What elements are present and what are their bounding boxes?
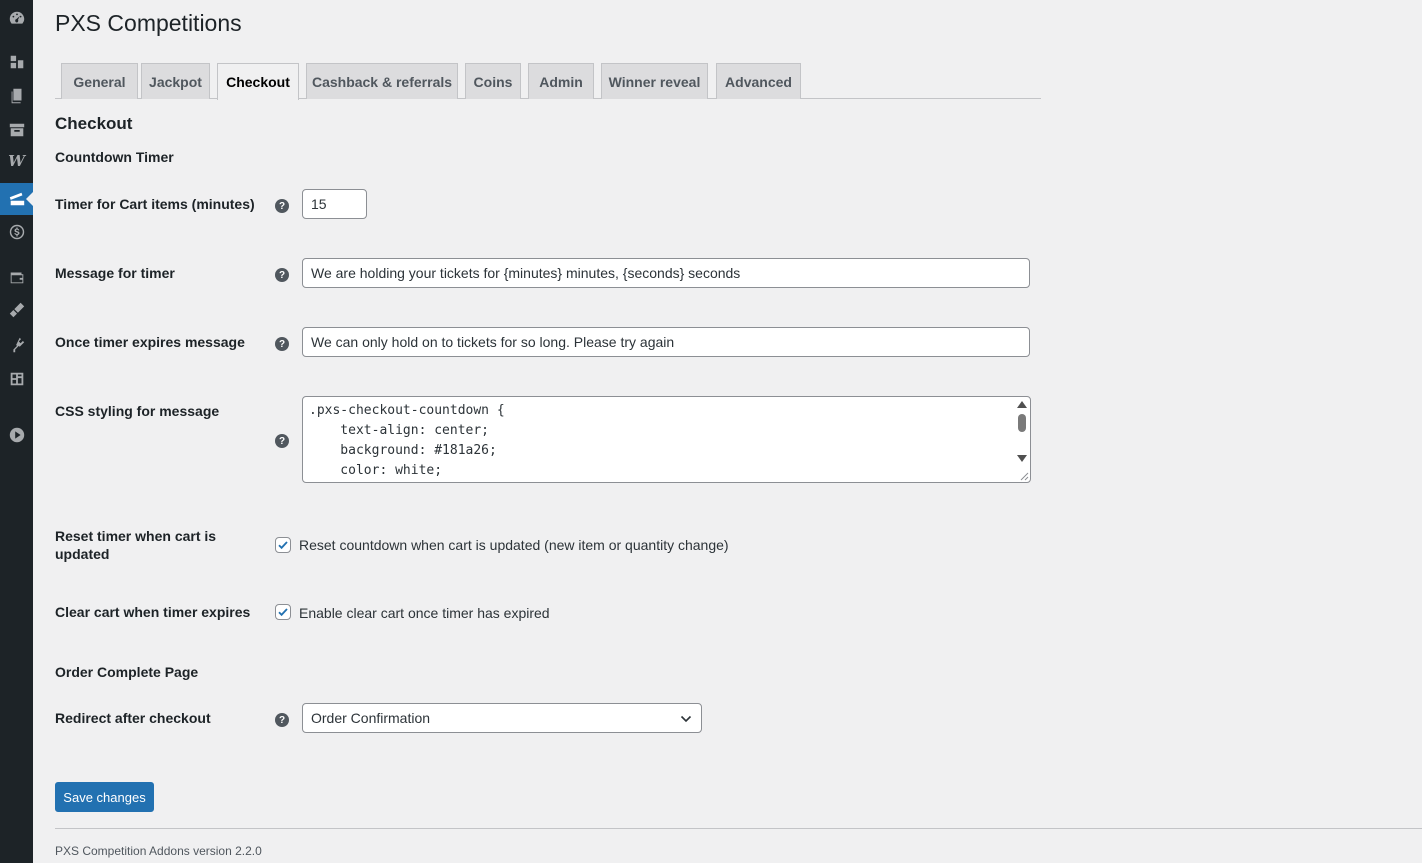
reset-checkbox-label[interactable]: Reset countdown when cart is updated (ne… — [299, 537, 729, 553]
clear-checkbox-label[interactable]: Enable clear cart once timer has expired — [299, 605, 550, 621]
scroll-thumb[interactable] — [1018, 414, 1026, 432]
timer-label: Timer for Cart items (minutes) — [55, 196, 255, 212]
page-title: PXS Competitions — [55, 10, 242, 36]
woocommerce-icon[interactable]: W — [0, 147, 33, 175]
media-icon[interactable] — [0, 48, 33, 76]
archive-icon[interactable] — [0, 116, 33, 144]
css-styling-textarea[interactable]: .pxs-checkout-countdown { text-align: ce… — [302, 396, 1031, 483]
save-changes-button[interactable]: Save changes — [55, 782, 154, 812]
help-icon[interactable]: ? — [275, 337, 289, 351]
appearance-icon[interactable] — [0, 296, 33, 324]
resize-handle-icon[interactable] — [1018, 470, 1029, 481]
tab-checkout[interactable]: Checkout — [217, 63, 299, 100]
help-icon[interactable]: ? — [275, 713, 289, 727]
settings-tabs: General Jackpot Checkout Cashback & refe… — [55, 63, 1041, 100]
pages-icon[interactable] — [0, 82, 33, 110]
scroll-up-arrow-icon[interactable] — [1017, 401, 1027, 408]
reset-label: Reset timer when cart is updated — [55, 528, 217, 562]
clear-label: Clear cart when timer expires — [55, 604, 251, 620]
version-text: PXS Competition Addons version 2.2.0 — [55, 844, 262, 858]
css-label: CSS styling for message — [55, 403, 220, 419]
clear-cart-checkbox[interactable] — [275, 604, 291, 620]
countdown-timer-heading: Countdown Timer — [55, 149, 174, 165]
expires-label: Once timer expires message — [55, 334, 245, 350]
timer-message-input[interactable] — [302, 258, 1030, 288]
competitions-icon[interactable] — [0, 183, 33, 215]
plugins-icon[interactable] — [0, 331, 33, 359]
textarea-scrollbar[interactable] — [1014, 398, 1030, 468]
redirect-select[interactable]: Order Confirmation — [302, 703, 702, 733]
help-icon[interactable]: ? — [275, 434, 289, 448]
redirect-selected-value: Order Confirmation — [311, 710, 431, 726]
scroll-down-arrow-icon[interactable] — [1017, 455, 1027, 462]
layout-icon[interactable] — [0, 365, 33, 393]
checkmark-icon — [278, 541, 288, 550]
tab-jackpot[interactable]: Jackpot — [141, 63, 210, 99]
tab-general[interactable]: General — [61, 63, 138, 99]
message-label: Message for timer — [55, 265, 175, 281]
redirect-label: Redirect after checkout — [55, 710, 211, 726]
dollar-icon[interactable] — [0, 218, 33, 246]
tab-advanced[interactable]: Advanced — [716, 63, 801, 99]
help-icon[interactable]: ? — [275, 199, 289, 213]
timer-minutes-input[interactable] — [302, 189, 367, 219]
tab-cashback-referrals[interactable]: Cashback & referrals — [306, 63, 458, 99]
expires-message-input[interactable] — [302, 327, 1030, 357]
admin-sidebar: W — [0, 0, 33, 863]
play-icon[interactable] — [0, 421, 33, 449]
wallet-icon[interactable] — [0, 263, 33, 291]
tab-winner-reveal[interactable]: Winner reveal — [601, 63, 708, 99]
section-title: Checkout — [55, 114, 133, 133]
chevron-down-icon — [680, 715, 692, 723]
dashboard-icon[interactable] — [0, 4, 33, 32]
reset-countdown-checkbox[interactable] — [275, 537, 291, 553]
help-icon[interactable]: ? — [275, 268, 289, 282]
tab-coins[interactable]: Coins — [465, 63, 521, 99]
footer-divider — [55, 828, 1422, 829]
tab-admin[interactable]: Admin — [528, 63, 594, 99]
order-complete-heading: Order Complete Page — [55, 664, 199, 680]
checkmark-icon — [278, 608, 288, 617]
